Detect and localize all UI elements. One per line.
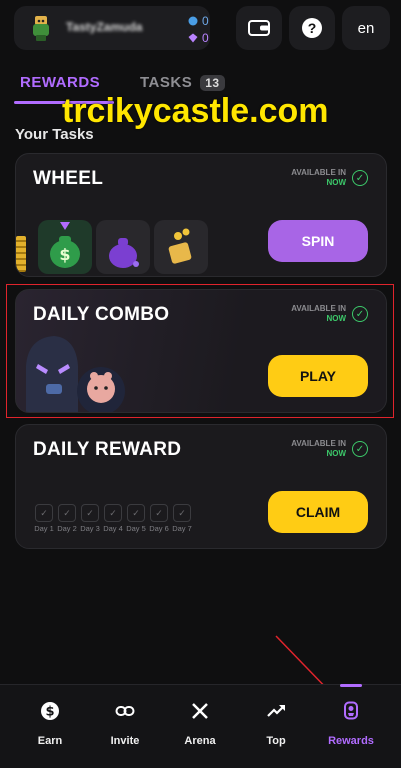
day-label: Day 6 — [149, 524, 169, 533]
day-label: Day 5 — [126, 524, 146, 533]
stat-purple-value: 0 — [202, 31, 209, 45]
nav-label: Earn — [37, 735, 63, 747]
trend-up-icon — [267, 705, 285, 717]
svg-text:$: $ — [45, 705, 54, 720]
day-check-icon: ✓ — [127, 504, 145, 522]
day-label: Day 1 — [34, 524, 54, 533]
nav-invite[interactable]: Invite — [90, 701, 160, 747]
reward-availability: AVAILABLE IN NOW — [291, 439, 346, 459]
day-item: ✓ Day 1 — [33, 504, 55, 533]
daily-reward-card[interactable]: DAILY REWARD AVAILABLE IN NOW ✓ ✓ Day 1 ✓… — [15, 424, 387, 549]
coins-box-image — [154, 220, 208, 274]
day-tracker: ✓ Day 1 ✓ Day 2 ✓ Day 3 ✓ Day 4 ✓ Day 5 ✓ Day … — [33, 504, 193, 533]
help-button[interactable]: ? — [289, 6, 335, 50]
day-check-icon: ✓ — [81, 504, 99, 522]
day-label: Day 4 — [103, 524, 123, 533]
profile-card[interactable]: TastyZamuda 0 0 — [14, 6, 210, 50]
day-item: ✓ Day 5 — [125, 504, 147, 533]
username: TastyZamuda — [66, 20, 143, 34]
language-button[interactable]: en — [342, 6, 390, 50]
medal-icon — [344, 701, 358, 720]
tasks-count-badge: 13 — [200, 74, 225, 91]
nav-label: Rewards — [328, 735, 374, 747]
nav-label: Invite — [110, 735, 140, 747]
highlight-box — [6, 284, 394, 418]
check-icon: ✓ — [352, 170, 368, 186]
wheel-avail-label: AVAILABLE IN — [291, 168, 346, 177]
day-item: ✓ Day 4 — [102, 504, 124, 533]
stat-blue: 0 — [188, 14, 209, 28]
bottom-nav: $ Earn Invite Arena Top Rewards — [0, 684, 401, 768]
nav-arena[interactable]: Arena — [165, 701, 235, 747]
nav-label: Arena — [184, 735, 216, 747]
wheel-availability: AVAILABLE IN NOW — [291, 168, 346, 188]
wheel-card[interactable]: WHEEL AVAILABLE IN NOW ✓ $ SPIN — [15, 153, 387, 277]
svg-text:$: $ — [59, 245, 70, 264]
coin-stack-image — [16, 236, 26, 272]
wheel-avail-value: NOW — [326, 178, 346, 187]
claim-button[interactable]: CLAIM — [268, 491, 368, 533]
nav-label: Top — [266, 735, 286, 747]
day-item: ✓ Day 6 — [148, 504, 170, 533]
wallet-button[interactable] — [236, 6, 282, 50]
blue-gem-icon — [188, 16, 198, 26]
nav-rewards[interactable]: Rewards — [316, 701, 386, 747]
tab-tasks[interactable]: TASKS 13 — [140, 74, 225, 91]
help-icon: ? — [302, 18, 322, 38]
dollar-icon: $ — [41, 702, 59, 720]
header: TastyZamuda 0 0 ? en — [0, 0, 401, 58]
purple-gem-icon — [188, 33, 198, 43]
day-label: Day 3 — [80, 524, 100, 533]
wallet-icon — [248, 20, 270, 36]
avatar — [33, 16, 49, 41]
day-check-icon: ✓ — [150, 504, 168, 522]
tab-tasks-label: TASKS — [140, 74, 193, 91]
tab-rewards[interactable]: REWARDS — [20, 74, 100, 91]
watermark-text: trcikycastle.com — [62, 92, 329, 130]
money-bag-image: $ — [38, 220, 92, 274]
day-label: Day 2 — [57, 524, 77, 533]
stat-blue-value: 0 — [202, 14, 209, 28]
purple-pouch-image — [96, 220, 150, 274]
day-check-icon: ✓ — [35, 504, 53, 522]
day-check-icon: ✓ — [173, 504, 191, 522]
check-icon: ✓ — [352, 441, 368, 457]
day-item: ✓ Day 2 — [56, 504, 78, 533]
stat-purple: 0 — [188, 31, 209, 45]
day-check-icon: ✓ — [104, 504, 122, 522]
day-item: ✓ Day 3 — [79, 504, 101, 533]
day-check-icon: ✓ — [58, 504, 76, 522]
day-label: Day 7 — [172, 524, 192, 533]
wheel-title: WHEEL — [33, 168, 104, 189]
spin-button[interactable]: SPIN — [268, 220, 368, 262]
reward-title: DAILY REWARD — [33, 439, 182, 460]
day-item: ✓ Day 7 — [171, 504, 193, 533]
reward-avail-value: NOW — [326, 449, 346, 458]
nav-earn[interactable]: $ Earn — [15, 701, 85, 747]
nav-top[interactable]: Top — [241, 701, 311, 747]
nav-active-indicator — [340, 684, 362, 687]
reward-avail-label: AVAILABLE IN — [291, 439, 346, 448]
link-icon — [115, 706, 135, 716]
swords-icon — [192, 703, 208, 719]
